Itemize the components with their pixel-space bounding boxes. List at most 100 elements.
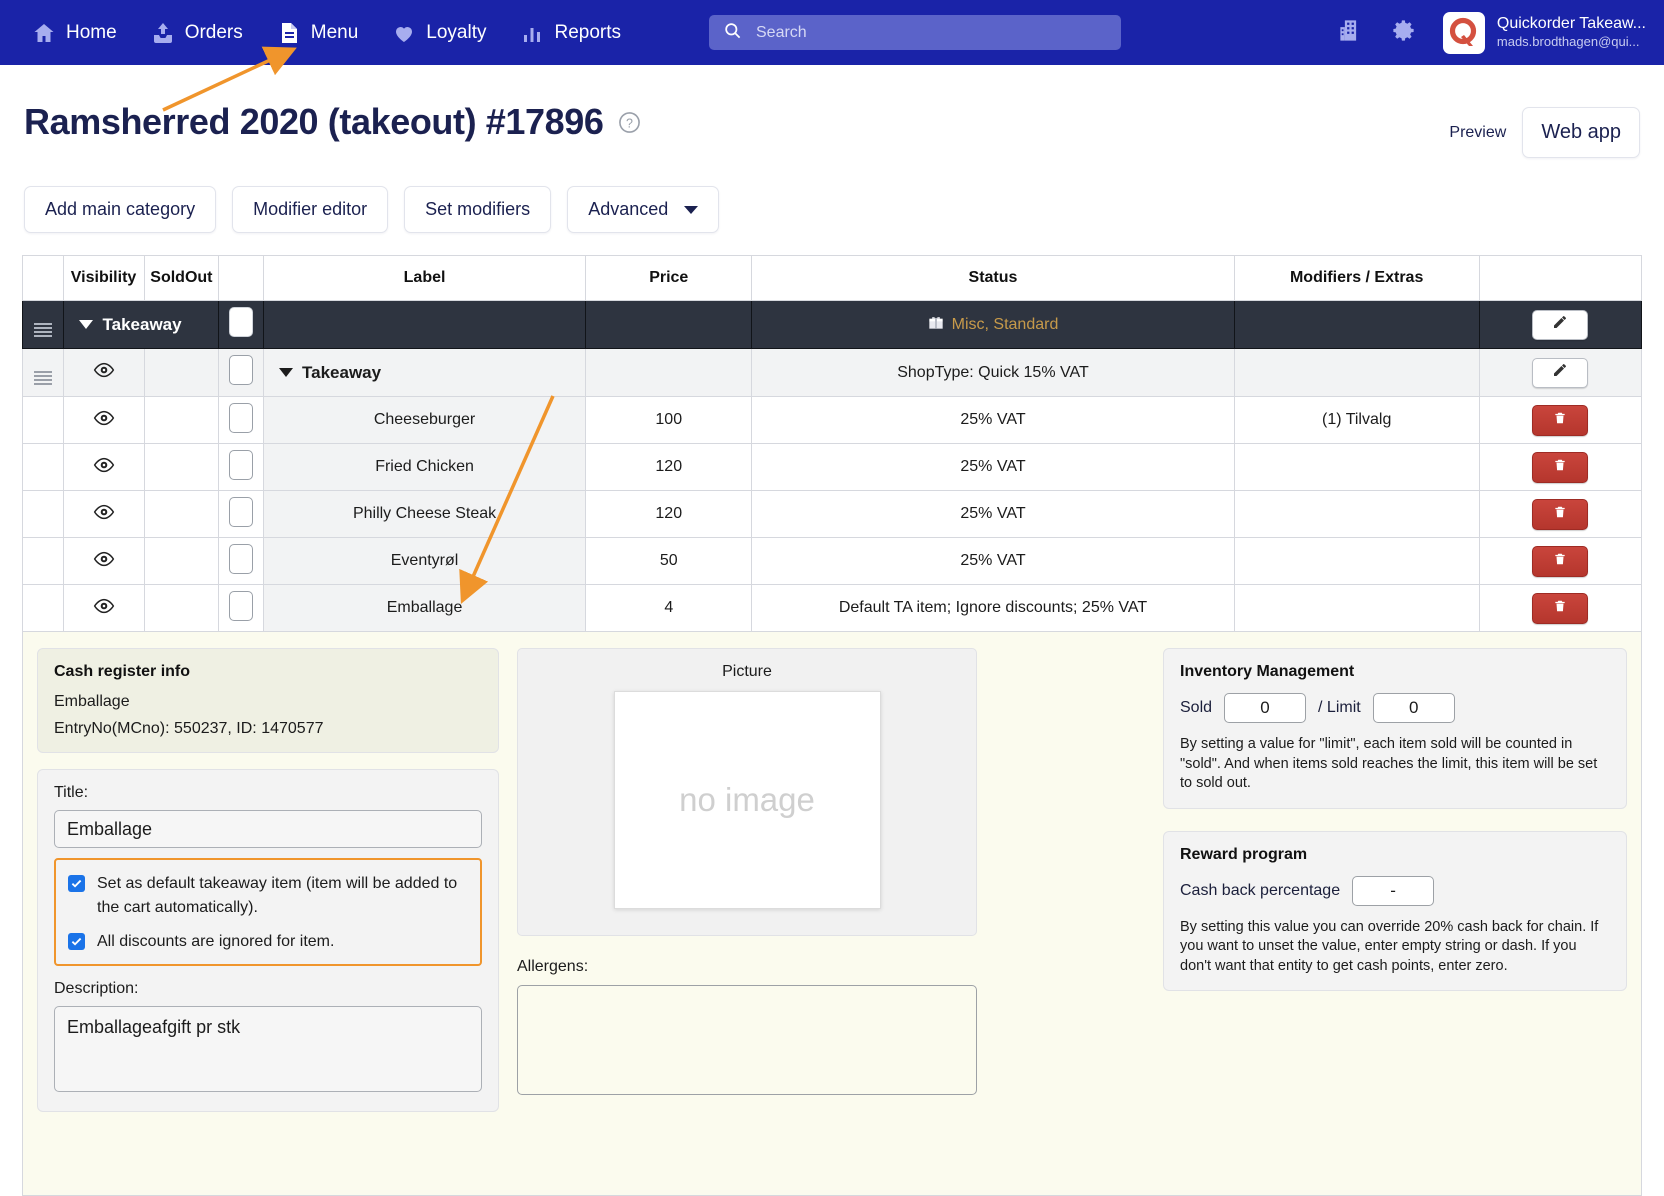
item-detail-panel: Cash register info Emballage EntryNo(MCn… — [22, 632, 1642, 1196]
detail-left-column: Cash register info Emballage EntryNo(MCn… — [37, 648, 499, 1195]
item-checkbox[interactable] — [229, 590, 254, 621]
subcategory-edit-button[interactable] — [1532, 357, 1589, 388]
item-visibility-cell[interactable] — [62, 584, 145, 632]
table-row[interactable]: Philly Cheese Steak 120 25% VAT — [22, 490, 1643, 538]
item-checkbox[interactable] — [229, 543, 254, 574]
category-price-cell — [585, 300, 753, 349]
modifier-editor-button[interactable]: Modifier editor — [232, 186, 389, 233]
table-row[interactable]: Eventyrøl 50 25% VAT — [22, 537, 1643, 585]
category-row[interactable]: Takeaway Misc, Standard — [22, 300, 1643, 349]
sub-visibility-cell[interactable] — [62, 348, 145, 397]
advanced-dropdown-button[interactable]: Advanced — [567, 186, 720, 233]
picture-placeholder[interactable]: no image — [613, 691, 881, 909]
visibility-eye-icon[interactable] — [93, 362, 115, 382]
sub-drag-cell[interactable] — [22, 348, 64, 397]
ignore-discounts-checkbox[interactable] — [68, 933, 85, 950]
drag-handle-icon[interactable] — [33, 323, 52, 337]
building-icon[interactable] — [1337, 17, 1364, 49]
description-textarea[interactable] — [54, 1006, 482, 1092]
table-row[interactable]: Cheeseburger 100 25% VAT (1) Tilvalg — [22, 396, 1643, 444]
th-label: Label — [262, 255, 587, 301]
visibility-eye-icon[interactable] — [93, 598, 115, 618]
category-checkbox[interactable] — [229, 307, 254, 337]
delete-button[interactable] — [1532, 451, 1589, 483]
item-select-cell[interactable] — [218, 396, 264, 444]
visibility-eye-icon[interactable] — [93, 457, 115, 477]
table-row[interactable]: Fried Chicken 120 25% VAT — [22, 443, 1643, 491]
item-status-cell: 25% VAT — [751, 537, 1235, 585]
item-checkbox[interactable] — [229, 449, 254, 480]
nav-item-loyalty[interactable]: Loyalty — [378, 13, 500, 53]
default-takeaway-label: Set as default takeaway item (item will … — [97, 875, 458, 916]
item-select-cell[interactable] — [218, 490, 264, 538]
visibility-eye-icon[interactable] — [93, 410, 115, 430]
ignore-discounts-label: All discounts are ignored for item. — [97, 933, 335, 950]
item-actions-cell — [1478, 537, 1643, 585]
allergens-label: Allergens: — [517, 958, 589, 975]
sub-actions-cell — [1478, 348, 1643, 397]
delete-button[interactable] — [1532, 592, 1589, 624]
delete-button[interactable] — [1532, 404, 1589, 436]
default-takeaway-checkbox-row[interactable]: Set as default takeaway item (item will … — [68, 872, 468, 920]
web-app-button[interactable]: Web app — [1522, 107, 1640, 158]
item-select-cell[interactable] — [218, 584, 264, 632]
search-input[interactable] — [754, 22, 1107, 43]
trash-icon — [1553, 551, 1567, 572]
delete-button[interactable] — [1532, 545, 1589, 577]
collapse-triangle-icon[interactable] — [78, 320, 93, 329]
subcategory-row[interactable]: Takeaway ShopType: Quick 15% VAT — [22, 348, 1643, 397]
item-select-cell[interactable] — [218, 443, 264, 491]
trash-icon — [1553, 598, 1567, 619]
picture-title: Picture — [722, 663, 772, 680]
page-title: Ramsherred 2020 (takeout) #17896 — [24, 101, 604, 142]
title-input[interactable] — [54, 810, 482, 848]
item-label-cell: Fried Chicken — [262, 443, 587, 491]
sub-select-cell[interactable] — [218, 348, 264, 397]
subcategory-checkbox[interactable] — [229, 355, 254, 385]
item-visibility-cell[interactable] — [62, 490, 145, 538]
add-main-category-button[interactable]: Add main category — [24, 186, 217, 233]
item-visibility-cell[interactable] — [62, 396, 145, 444]
category-modifiers-cell — [1233, 300, 1480, 349]
ignore-discounts-checkbox-row[interactable]: All discounts are ignored for item. — [68, 930, 468, 954]
category-name-cell[interactable]: Takeaway — [62, 300, 220, 349]
top-navigation-bar: Home Orders Menu Loyalty Reports Search … — [0, 0, 1664, 65]
item-visibility-cell[interactable] — [62, 443, 145, 491]
item-actions-cell — [1478, 396, 1643, 444]
table-row[interactable]: Emballage 4 Default TA item; Ignore disc… — [22, 584, 1643, 632]
visibility-eye-icon[interactable] — [93, 551, 115, 571]
item-select-cell[interactable] — [218, 537, 264, 585]
delete-button[interactable] — [1532, 498, 1589, 530]
item-visibility-cell[interactable] — [62, 537, 145, 585]
detail-middle-column: Picture no image Allergens: — [517, 648, 977, 1195]
category-drag-cell[interactable] — [22, 300, 64, 349]
default-takeaway-checkbox[interactable] — [68, 875, 85, 892]
account-menu[interactable]: Quickorder Takeaw... mads.brodthagen@qui… — [1442, 11, 1646, 54]
inventory-fields: Sold / Limit — [1180, 693, 1610, 723]
reward-note: By setting this value you can override 2… — [1180, 918, 1599, 974]
nav-item-reports[interactable]: Reports — [507, 13, 636, 53]
search-box[interactable] — [709, 15, 1121, 50]
allergens-input[interactable] — [517, 985, 977, 1095]
visibility-eye-icon[interactable] — [93, 504, 115, 524]
category-edit-button[interactable] — [1532, 309, 1589, 340]
nav-item-menu[interactable]: Menu — [263, 13, 373, 53]
sub-soldout-cell — [143, 348, 220, 397]
nav-item-home[interactable]: Home — [18, 13, 131, 53]
item-checkbox[interactable] — [229, 402, 254, 433]
item-actions-cell — [1478, 443, 1643, 491]
limit-input[interactable] — [1372, 693, 1455, 723]
help-circle-icon[interactable]: ? — [618, 111, 641, 139]
item-drag-cell — [22, 490, 64, 538]
sold-input[interactable] — [1224, 693, 1307, 723]
set-modifiers-button[interactable]: Set modifiers — [404, 186, 552, 233]
category-select-cell[interactable] — [218, 300, 264, 349]
item-drag-cell — [22, 537, 64, 585]
collapse-triangle-icon[interactable] — [279, 368, 293, 377]
nav-item-menu-label: Menu — [310, 21, 359, 43]
item-checkbox[interactable] — [229, 496, 254, 527]
nav-item-orders[interactable]: Orders — [137, 13, 257, 53]
cashback-input[interactable] — [1352, 875, 1435, 906]
drag-handle-icon[interactable] — [33, 371, 52, 385]
gear-icon[interactable] — [1390, 17, 1417, 49]
